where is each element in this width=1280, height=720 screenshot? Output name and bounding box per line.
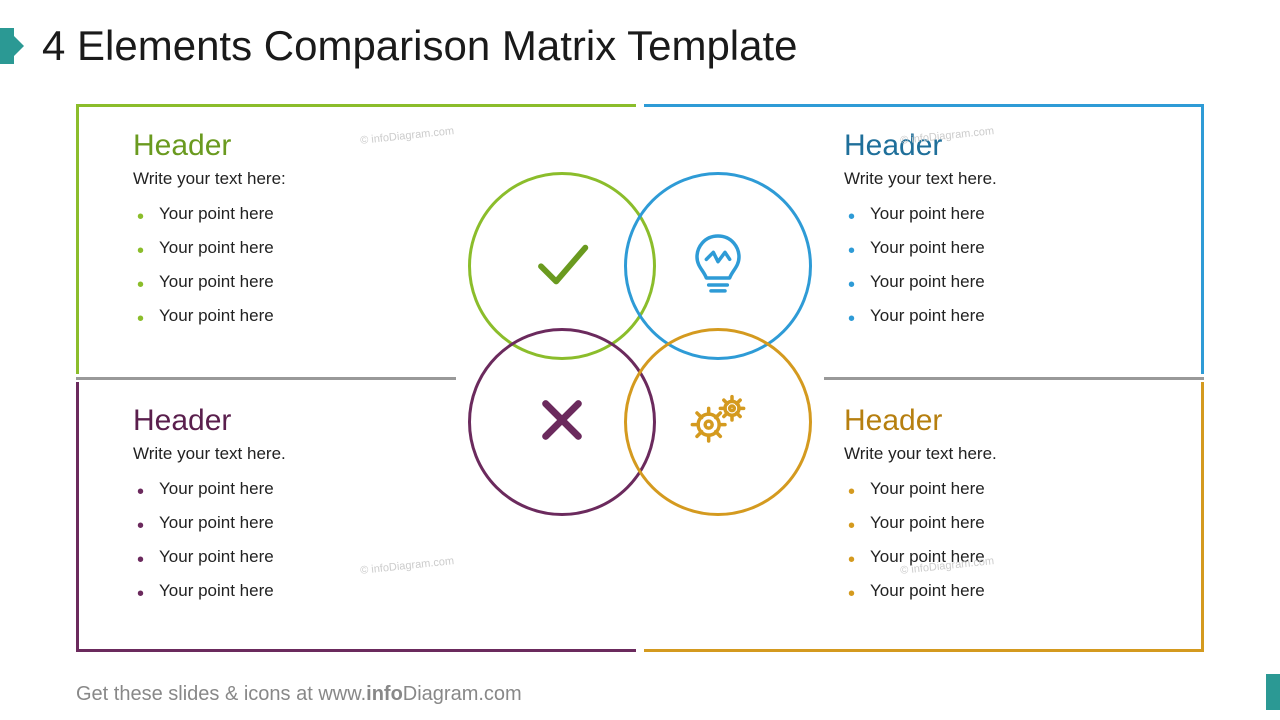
list-item: Your point here — [133, 574, 606, 608]
quadrant-subtext: Write your text here. — [844, 169, 1171, 189]
quadrant-header: Header — [844, 129, 1171, 163]
list-item: Your point here — [133, 540, 606, 574]
footer-suffix: .com — [478, 683, 521, 705]
list-item: Your point here — [844, 299, 1171, 333]
divider-left — [76, 377, 456, 380]
slide-title: 4 Elements Comparison Matrix Template — [42, 22, 798, 70]
list-item: Your point here — [844, 231, 1171, 265]
center-circle-cluster — [468, 172, 812, 516]
list-item: Your point here — [844, 472, 1171, 506]
matrix: Header Write your text here: Your point … — [76, 104, 1204, 652]
cross-icon — [527, 385, 597, 460]
footer-brand1: info — [366, 683, 403, 705]
quadrant-list: Your point here Your point here Your poi… — [844, 472, 1171, 608]
list-item: Your point here — [844, 265, 1171, 299]
quadrant-header: Header — [133, 129, 606, 163]
list-item: Your point here — [844, 197, 1171, 231]
quadrant-header: Header — [844, 404, 1171, 438]
list-item: Your point here — [844, 540, 1171, 574]
list-item: Your point here — [844, 574, 1171, 608]
list-item: Your point here — [844, 506, 1171, 540]
circle-bottom-right — [624, 328, 812, 516]
gears-icon — [683, 385, 753, 460]
footer-prefix: Get these slides & icons at www. — [76, 683, 366, 705]
quadrant-list: Your point here Your point here Your poi… — [844, 197, 1171, 333]
check-icon — [527, 229, 597, 304]
accent-right — [1266, 674, 1280, 710]
lightbulb-icon — [683, 229, 753, 304]
accent-left — [0, 28, 14, 64]
quadrant-subtext: Write your text here. — [844, 444, 1171, 464]
footer-brand2: Diagram — [403, 683, 479, 705]
footer-text: Get these slides & icons at www.infoDiag… — [76, 683, 522, 706]
divider-right — [824, 377, 1204, 380]
